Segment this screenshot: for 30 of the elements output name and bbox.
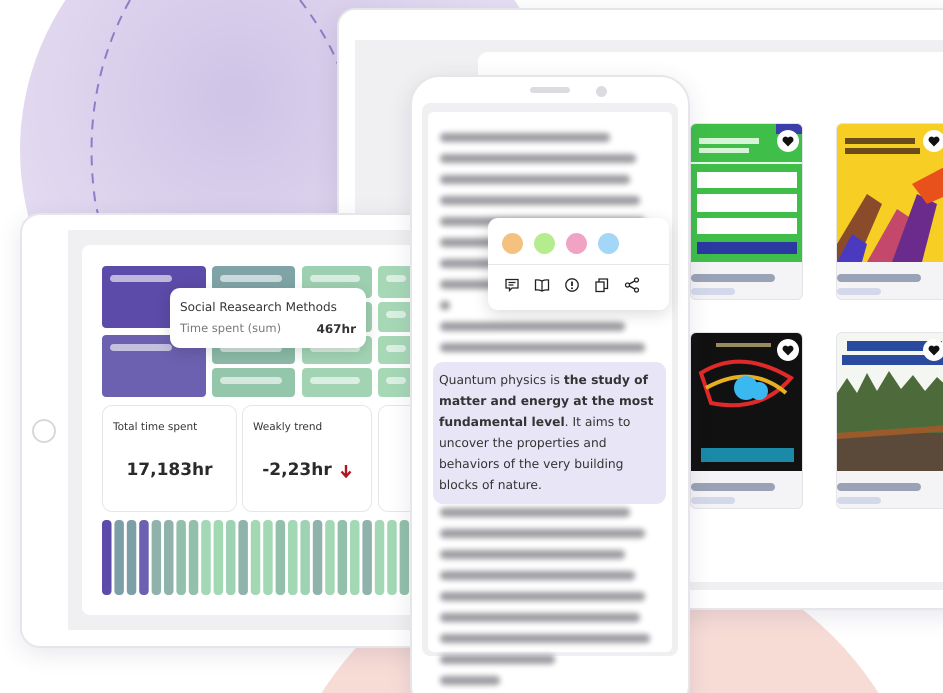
tooltip-label: Time spent (sum) (180, 320, 282, 337)
color-swatch[interactable] (502, 233, 523, 254)
phone-speaker (530, 87, 570, 93)
subtitle-placeholder (691, 497, 735, 504)
stat-value: 17,183hr (126, 459, 213, 482)
heart-icon (782, 136, 794, 146)
heart-icon (782, 344, 794, 356)
stat-label: Weakly trend (253, 420, 322, 435)
info-button[interactable] (564, 277, 580, 293)
book-card[interactable] (690, 332, 803, 509)
subtitle-placeholder (837, 288, 881, 295)
book-card[interactable] (836, 332, 943, 509)
copy-button[interactable] (594, 277, 610, 293)
color-swatch[interactable] (534, 233, 555, 254)
stat-label: Total time spent (113, 420, 198, 435)
subtitle-placeholder (691, 288, 735, 295)
color-swatch[interactable] (566, 233, 587, 254)
tooltip-value: 467hr (316, 321, 356, 338)
book-card[interactable] (836, 123, 943, 300)
color-swatch[interactable] (598, 233, 619, 254)
share-button[interactable] (624, 277, 640, 293)
tooltip-title: Social Reasearch Methods (180, 299, 338, 316)
comment-button[interactable] (504, 277, 520, 293)
subtitle-placeholder (837, 497, 881, 504)
stat-value: -2,23hr (262, 459, 332, 482)
book-button[interactable] (534, 277, 550, 293)
highlighted-passage: Quantum physics is the study of matter and energy at the most fundamental level. It aims to uncover the properties and behaviors of the very building blocks of nature. (433, 362, 666, 504)
heart-icon (928, 136, 940, 146)
heart-icon (928, 344, 940, 356)
book-card[interactable] (690, 123, 803, 300)
